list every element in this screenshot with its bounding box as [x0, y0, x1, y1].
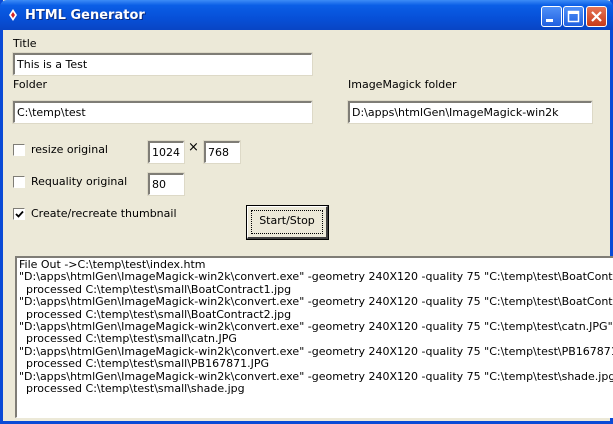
title-input[interactable]: This is a Test [12, 52, 313, 76]
maximize-button[interactable] [563, 6, 584, 27]
resize-original-checkbox[interactable] [13, 144, 25, 156]
minimize-button[interactable] [541, 6, 562, 27]
focus-rectangle [251, 210, 323, 234]
requality-original-label: Requality original [31, 175, 128, 188]
minimize-icon [546, 19, 553, 22]
imagemagick-folder-input[interactable]: D:\apps\htmlGen\ImageMagick-win2k [347, 100, 593, 124]
log-line: "D:\apps\htmlGen\ImageMagick-win2k\conve… [19, 295, 613, 309]
create-thumbnail-checkbox[interactable] [13, 208, 25, 220]
start-stop-button[interactable]: Start/Stop [246, 205, 329, 240]
maximize-icon [567, 10, 580, 23]
create-thumbnail-label: Create/recreate thumbnail [31, 207, 177, 220]
main-window: HTML Generator Title This is a Test Fold… [0, 0, 613, 424]
window-title: HTML Generator [25, 8, 145, 23]
close-button[interactable] [586, 6, 607, 27]
requality-original-checkbox[interactable] [13, 176, 25, 188]
folder-label: Folder [13, 78, 47, 91]
close-icon [591, 11, 602, 22]
resize-width-input[interactable]: 1024 [147, 140, 185, 164]
quality-input[interactable]: 80 [147, 172, 185, 196]
title-label: Title [13, 37, 37, 50]
app-icon [9, 9, 17, 21]
log-line: processed C:\temp\test\small\catn.JPG [19, 332, 237, 346]
imagemagick-folder-label: ImageMagick folder [348, 78, 457, 91]
output-log[interactable]: File Out ->C:\temp\test\index.htm "D:\ap… [15, 256, 613, 418]
title-bar[interactable]: HTML Generator [0, 0, 613, 30]
folder-input[interactable]: C:\temp\test [12, 100, 313, 124]
resize-original-label: resize original [31, 143, 108, 156]
checkmark-icon [15, 210, 24, 218]
log-line: processed C:\temp\test\small\PB167871.JP… [19, 357, 269, 371]
times-symbol: × [188, 140, 199, 155]
log-line: "D:\apps\htmlGen\ImageMagick-win2k\conve… [19, 270, 613, 284]
resize-height-input[interactable]: 768 [203, 140, 241, 164]
log-line: processed C:\temp\test\small\shade.jpg [19, 382, 245, 396]
